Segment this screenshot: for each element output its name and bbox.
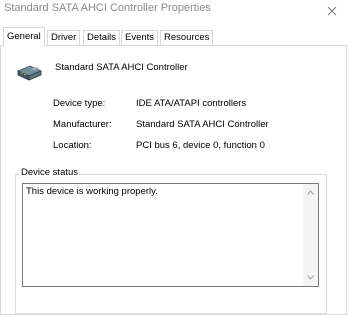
tab-general[interactable]: General: [3, 27, 45, 46]
scroll-up-arrow-icon[interactable]: [307, 190, 314, 195]
storage-controller-icon: [16, 65, 42, 81]
device-type-value: IDE ATA/ATAPI controllers: [136, 98, 247, 109]
manufacturer-value: Standard SATA AHCI Controller: [136, 119, 269, 130]
device-status-caption: Device status: [20, 167, 80, 178]
tab-details[interactable]: Details: [83, 30, 121, 45]
scroll-down-arrow-icon[interactable]: [307, 275, 314, 280]
tab-events[interactable]: Events: [121, 30, 159, 45]
tab-driver[interactable]: Driver: [47, 30, 81, 45]
device-status-text: This device is working properly.: [26, 186, 158, 197]
close-icon: [327, 6, 337, 16]
manufacturer-label: Manufacturer:: [53, 119, 112, 130]
location-label: Location:: [53, 140, 92, 151]
status-scrollbar[interactable]: [303, 184, 318, 286]
title-bar: Standard SATA AHCI Controller Properties: [0, 0, 350, 28]
location-value: PCI bus 6, device 0, function 0: [136, 140, 265, 151]
device-name: Standard SATA AHCI Controller: [55, 62, 188, 73]
tab-strip: General Driver Details Events Resources: [0, 26, 350, 46]
close-button[interactable]: [314, 0, 350, 22]
window-title: Standard SATA AHCI Controller Properties: [4, 2, 211, 14]
tab-resources[interactable]: Resources: [160, 30, 214, 45]
device-type-label: Device type:: [53, 98, 106, 109]
device-status-textbox[interactable]: This device is working properly.: [22, 183, 319, 287]
